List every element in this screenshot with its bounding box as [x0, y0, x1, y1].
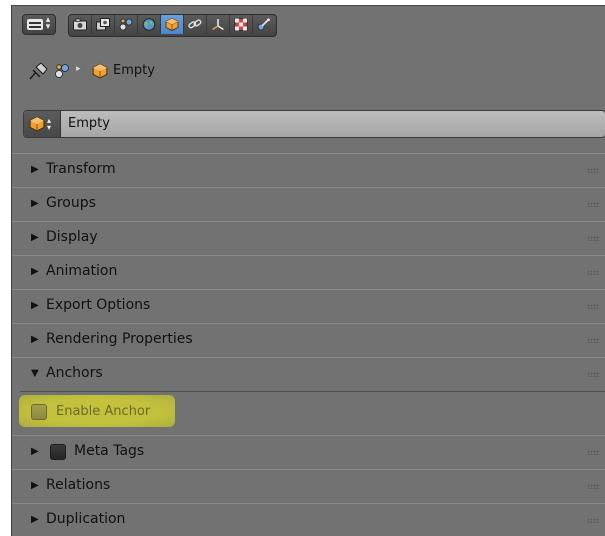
panel-label: Export Options: [46, 297, 151, 313]
panel-animation[interactable]: ▶ Animation: [12, 255, 605, 290]
editor-type-selector[interactable]: ▴ ▾: [22, 14, 56, 35]
texture-checker-icon: [234, 18, 248, 31]
pin-icon[interactable]: [28, 62, 48, 80]
panel-label: Meta Tags: [74, 443, 145, 459]
drag-grip-icon[interactable]: [587, 372, 599, 377]
panel-transform[interactable]: ▶ Transform: [12, 153, 605, 188]
expand-triangle-icon: ▶: [31, 300, 39, 311]
breadcrumb-separator-icon: ▸: [76, 64, 81, 74]
drag-grip-icon[interactable]: [587, 236, 599, 241]
breadcrumb-object-label: Empty: [113, 63, 155, 78]
drag-grip-icon[interactable]: [587, 304, 599, 309]
camera-icon: [73, 18, 87, 31]
expand-triangle-icon: ▶: [31, 198, 39, 209]
panel-label: Groups: [46, 195, 96, 211]
drag-grip-icon[interactable]: [587, 168, 599, 173]
properties-editor-icon: [27, 19, 43, 30]
object-cube-icon: [165, 18, 179, 31]
object-cube-icon: [92, 63, 108, 79]
expand-triangle-icon: ▶: [31, 266, 39, 277]
tab-object[interactable]: [161, 15, 184, 34]
collapse-triangle-icon: ▼: [31, 368, 39, 379]
tab-scene[interactable]: [115, 15, 138, 34]
properties-editor: ▴ ▾ ▸ Empty ▴ ▾ Empty ▶ Transform ▶ Grou…: [11, 5, 605, 536]
tab-world[interactable]: [138, 15, 161, 34]
drag-grip-icon[interactable]: [587, 450, 599, 455]
panel-label: Anchors: [46, 365, 103, 381]
scene-icon: [119, 18, 133, 31]
enable-anchor-label[interactable]: Enable Anchor: [56, 404, 150, 419]
panel-label: Rendering Properties: [46, 331, 193, 347]
object-name-value[interactable]: Empty: [68, 116, 110, 131]
drag-grip-icon[interactable]: [587, 484, 599, 489]
panel-groups[interactable]: ▶ Groups: [12, 187, 605, 222]
updown-arrows-icon: ▴ ▾: [47, 116, 52, 132]
panel-label: Relations: [46, 477, 111, 493]
empty-axes-icon: [212, 19, 224, 31]
panel-label: Duplication: [46, 511, 126, 527]
object-name-field[interactable]: ▴ ▾ Empty: [23, 110, 605, 138]
drag-grip-icon[interactable]: [587, 202, 599, 207]
drag-grip-icon[interactable]: [587, 338, 599, 343]
constraint-link-icon: [188, 19, 202, 29]
drag-grip-icon[interactable]: [587, 270, 599, 275]
editor-header: ▴ ▾: [12, 6, 605, 43]
panel-meta-tags[interactable]: ▶ Meta Tags: [12, 435, 605, 470]
updown-arrows-icon: ▴ ▾: [45, 15, 51, 32]
breadcrumb: ▸ Empty: [12, 56, 605, 86]
physics-icon: [257, 18, 270, 31]
tab-object-data[interactable]: [207, 15, 230, 34]
context-tabs: [68, 14, 277, 37]
panel-display[interactable]: ▶ Display: [12, 221, 605, 256]
tab-render-layers[interactable]: [92, 15, 115, 34]
panel-anchors[interactable]: ▼ Anchors: [12, 357, 605, 392]
panel-label: Display: [46, 229, 98, 245]
enable-anchor-checkbox[interactable]: [31, 404, 47, 420]
tab-render[interactable]: [69, 15, 92, 34]
expand-triangle-icon: ▶: [31, 514, 39, 525]
panel-label: Transform: [46, 161, 116, 177]
object-cube-icon: [29, 116, 45, 132]
meta-tags-checkbox[interactable]: [50, 444, 66, 460]
panel-rendering-properties[interactable]: ▶ Rendering Properties: [12, 323, 605, 358]
expand-triangle-icon: ▶: [31, 232, 39, 243]
expand-triangle-icon: ▶: [31, 334, 39, 345]
world-icon: [142, 18, 156, 31]
panel-label: Animation: [46, 263, 118, 279]
browse-object-button[interactable]: ▴ ▾: [24, 111, 61, 137]
scene-icon: [55, 64, 69, 78]
drag-grip-icon[interactable]: [587, 518, 599, 523]
tab-texture[interactable]: [230, 15, 253, 34]
render-layers-icon: [96, 18, 110, 31]
panel-export-options[interactable]: ▶ Export Options: [12, 289, 605, 324]
panel-duplication[interactable]: ▶ Duplication: [12, 503, 605, 536]
anchors-panel-body: Enable Anchor: [12, 388, 605, 434]
expand-triangle-icon: ▶: [31, 164, 39, 175]
expand-triangle-icon: ▶: [31, 480, 39, 491]
expand-triangle-icon: ▶: [31, 446, 39, 457]
tab-physics[interactable]: [253, 15, 276, 34]
panel-relations[interactable]: ▶ Relations: [12, 469, 605, 504]
tab-constraints[interactable]: [184, 15, 207, 34]
